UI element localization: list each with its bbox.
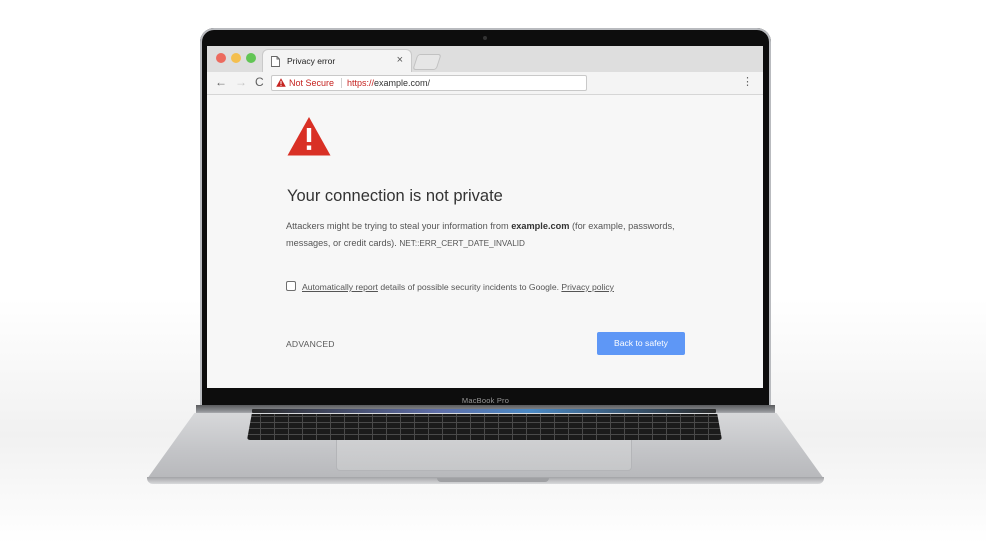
error-description: Attackers might be trying to steal your … — [286, 218, 676, 252]
close-window-button[interactable] — [216, 53, 226, 63]
interstitial-page: Your connection is not private Attackers… — [207, 95, 763, 388]
privacy-policy-link[interactable]: Privacy policy — [561, 282, 614, 292]
device-label: MacBook Pro — [461, 396, 510, 405]
minimize-window-button[interactable] — [231, 53, 241, 63]
error-code: NET::ERR_CERT_DATE_INVALID — [399, 238, 525, 248]
page-title: Your connection is not private — [287, 187, 503, 205]
trackpad — [336, 440, 632, 471]
url-text: https://example.com/ — [347, 76, 430, 90]
document-icon — [271, 56, 280, 67]
kebab-menu-icon[interactable]: ⋮ — [742, 75, 753, 88]
advanced-button[interactable]: ADVANCED — [286, 339, 335, 349]
tab-privacy-error[interactable]: Privacy error × — [262, 49, 412, 72]
lid-opening-notch — [437, 478, 549, 482]
address-bar[interactable]: Not Secure https://example.com/ — [271, 75, 587, 91]
reload-icon[interactable]: C — [255, 75, 264, 89]
back-arrow-icon[interactable]: ← — [215, 75, 227, 89]
site-domain: example.com — [511, 221, 570, 231]
warning-triangle-icon — [287, 117, 331, 156]
description-text-1: Attackers might be trying to steal your … — [286, 221, 512, 231]
touch-bar — [252, 409, 716, 413]
new-tab-button[interactable] — [412, 54, 442, 70]
url-host: example.com/ — [374, 78, 431, 88]
url-scheme: https:// — [347, 78, 375, 88]
report-checkbox[interactable] — [286, 281, 296, 291]
back-to-safety-button[interactable]: Back to safety — [597, 332, 685, 355]
warning-triangle-icon — [276, 78, 286, 87]
omnibox-divider — [341, 78, 342, 88]
forward-arrow-icon[interactable]: → — [235, 75, 247, 89]
report-text: Automatically report details of possible… — [302, 282, 614, 292]
webcam — [483, 36, 487, 40]
browser-titlebar: Privacy error × — [207, 46, 763, 72]
browser-toolbar: ← → C Not Secure https://example.com/ ⋮ — [207, 72, 763, 95]
not-secure-label[interactable]: Not Secure — [289, 76, 334, 90]
report-description: details of possible security incidents t… — [377, 282, 562, 292]
tab-title: Privacy error — [287, 56, 336, 66]
keyboard — [247, 414, 722, 440]
auto-report-link[interactable]: Automatically report — [302, 282, 378, 292]
tab-close-icon[interactable]: × — [397, 54, 403, 66]
browser-window: Privacy error × ← → C Not Secure https:/… — [207, 46, 763, 388]
maximize-window-button[interactable] — [246, 53, 256, 63]
laptop-scene: MacBook Pro Privacy error × ← → C Not Se… — [0, 0, 986, 544]
